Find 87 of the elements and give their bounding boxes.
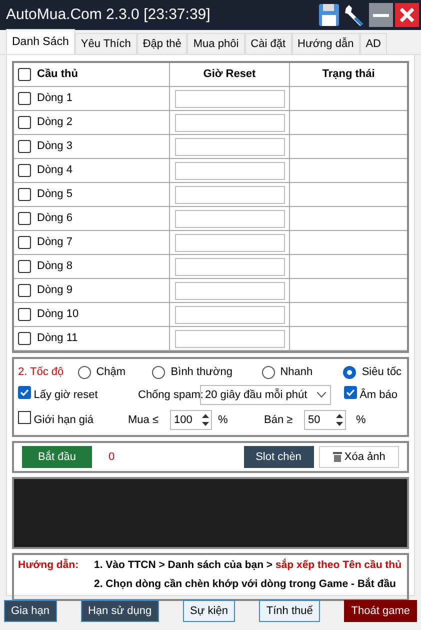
window-title: AutoMua.Com 2.3.0 [23:37:39] [6, 4, 212, 25]
checkbox[interactable] [18, 164, 31, 177]
radio-button[interactable] [343, 366, 356, 378]
checkbox[interactable] [18, 212, 31, 225]
reset-time-field[interactable] [174, 138, 284, 156]
clear-images-button[interactable]: Xóa ảnh [319, 446, 399, 468]
tab[interactable]: Cài đặt [244, 33, 292, 54]
reset-time-field[interactable] [174, 306, 284, 324]
row-label: Dòng 3 [37, 139, 72, 154]
column-header: Giờ Reset [203, 67, 256, 82]
footer-button[interactable]: Hạn sử dụng [80, 600, 159, 622]
reset-time-field[interactable] [174, 234, 284, 252]
save-icon[interactable] [317, 3, 341, 27]
unit-label: % [356, 412, 366, 428]
row-label: Dòng 5 [37, 187, 72, 202]
reset-time-field[interactable] [174, 330, 284, 348]
row-label: Dòng 2 [37, 115, 72, 130]
row-label: Dòng 4 [37, 163, 72, 178]
reset-time-field[interactable] [174, 162, 284, 180]
checkbox[interactable] [18, 236, 31, 249]
column-header: Cầu thủ [37, 67, 78, 82]
checkbox[interactable] [344, 386, 357, 399]
spinner-value: 100 [174, 412, 192, 428]
tab[interactable]: Yêu Thích [74, 33, 137, 54]
reset-time-field[interactable] [174, 90, 284, 108]
radio-button[interactable] [152, 366, 166, 378]
footer-button[interactable]: Gia hạn [4, 600, 57, 622]
dropdown-value: 20 giây đầu mỗi phút [205, 388, 308, 403]
trash-icon [332, 452, 342, 462]
radio-label: Chậm [96, 364, 126, 380]
reset-time-field[interactable] [174, 114, 284, 132]
column-header: Trạng thái [322, 67, 375, 82]
checkbox[interactable] [18, 140, 31, 153]
tab[interactable]: Danh Sách [6, 29, 75, 54]
anti-spam-label: Chống spam: [138, 388, 200, 403]
radio-label: Siêu tốc [362, 364, 402, 380]
row-label: Dòng 8 [37, 259, 72, 274]
buy-label: Mua ≤ [128, 412, 160, 428]
checkbox[interactable] [18, 68, 31, 81]
checkbox[interactable] [18, 410, 31, 424]
radio-button[interactable] [262, 366, 275, 378]
footer-button[interactable]: Sự kiện [183, 600, 235, 622]
guide-text: 1. Vào TTCN > Danh sách của bạn > sắp xếp theo Tên cầu thủ [94, 558, 402, 573]
checkbox[interactable] [18, 284, 31, 297]
tab[interactable]: Mua phôi [187, 33, 245, 54]
start-button[interactable]: Bắt đầu [22, 446, 92, 468]
spinner-value: 50 [308, 412, 320, 428]
footer-button[interactable]: Thoát game [344, 600, 417, 622]
number-spinner[interactable]: 100 [170, 410, 212, 430]
row-label: Dòng 1 [37, 91, 72, 106]
reset-time-field[interactable] [174, 186, 284, 204]
sound-label: Âm báo [360, 387, 398, 403]
row-label: Dòng 6 [37, 211, 72, 226]
checkbox[interactable] [18, 188, 31, 201]
guide-text: 2. Chọn dòng cần chèn khớp với dòng trong Game - Bắt đầu [94, 577, 397, 592]
speed-label: 2. Tốc độ [18, 364, 65, 380]
row-label: Dòng 10 [37, 307, 79, 322]
footer-button[interactable]: Tính thuế [259, 600, 320, 622]
checkbox[interactable] [18, 308, 31, 321]
tab[interactable]: Đập thẻ [136, 33, 188, 54]
number-spinner[interactable]: 50 [304, 410, 346, 430]
chevron-icon [317, 392, 326, 398]
guide-label: Hướng dẫn: [18, 558, 80, 573]
row-label: Dòng 11 [37, 331, 78, 346]
radio-button[interactable] [78, 366, 91, 378]
sell-label: Bán ≥ [264, 412, 294, 428]
row-label: Dòng 9 [37, 283, 72, 298]
checkbox[interactable] [18, 386, 31, 399]
radio-label: Bình thường [170, 364, 232, 380]
slot-button[interactable]: Slot chèn [244, 446, 314, 468]
tab[interactable]: AD [360, 33, 387, 54]
reset-time-field[interactable] [174, 282, 284, 300]
close-icon[interactable] [395, 3, 419, 27]
reset-time-field[interactable] [174, 210, 284, 228]
tab[interactable]: Hướng dẫn [292, 33, 360, 54]
radio-label: Nhanh [280, 364, 313, 380]
counter: 0 [108, 450, 115, 465]
checkbox[interactable] [18, 92, 31, 105]
price-limit-label: Giới hạn giá [34, 412, 94, 428]
checkbox[interactable] [18, 332, 31, 345]
checkbox[interactable] [18, 260, 31, 273]
row-label: Dòng 7 [37, 235, 72, 250]
anti-spam-dropdown[interactable]: 20 giây đầu mỗi phút [200, 385, 331, 405]
reset-time-field[interactable] [174, 258, 284, 276]
unit-label: % [218, 412, 229, 428]
checkbox[interactable] [18, 116, 31, 129]
reset-time-label: Lấy giờ reset [34, 388, 98, 403]
